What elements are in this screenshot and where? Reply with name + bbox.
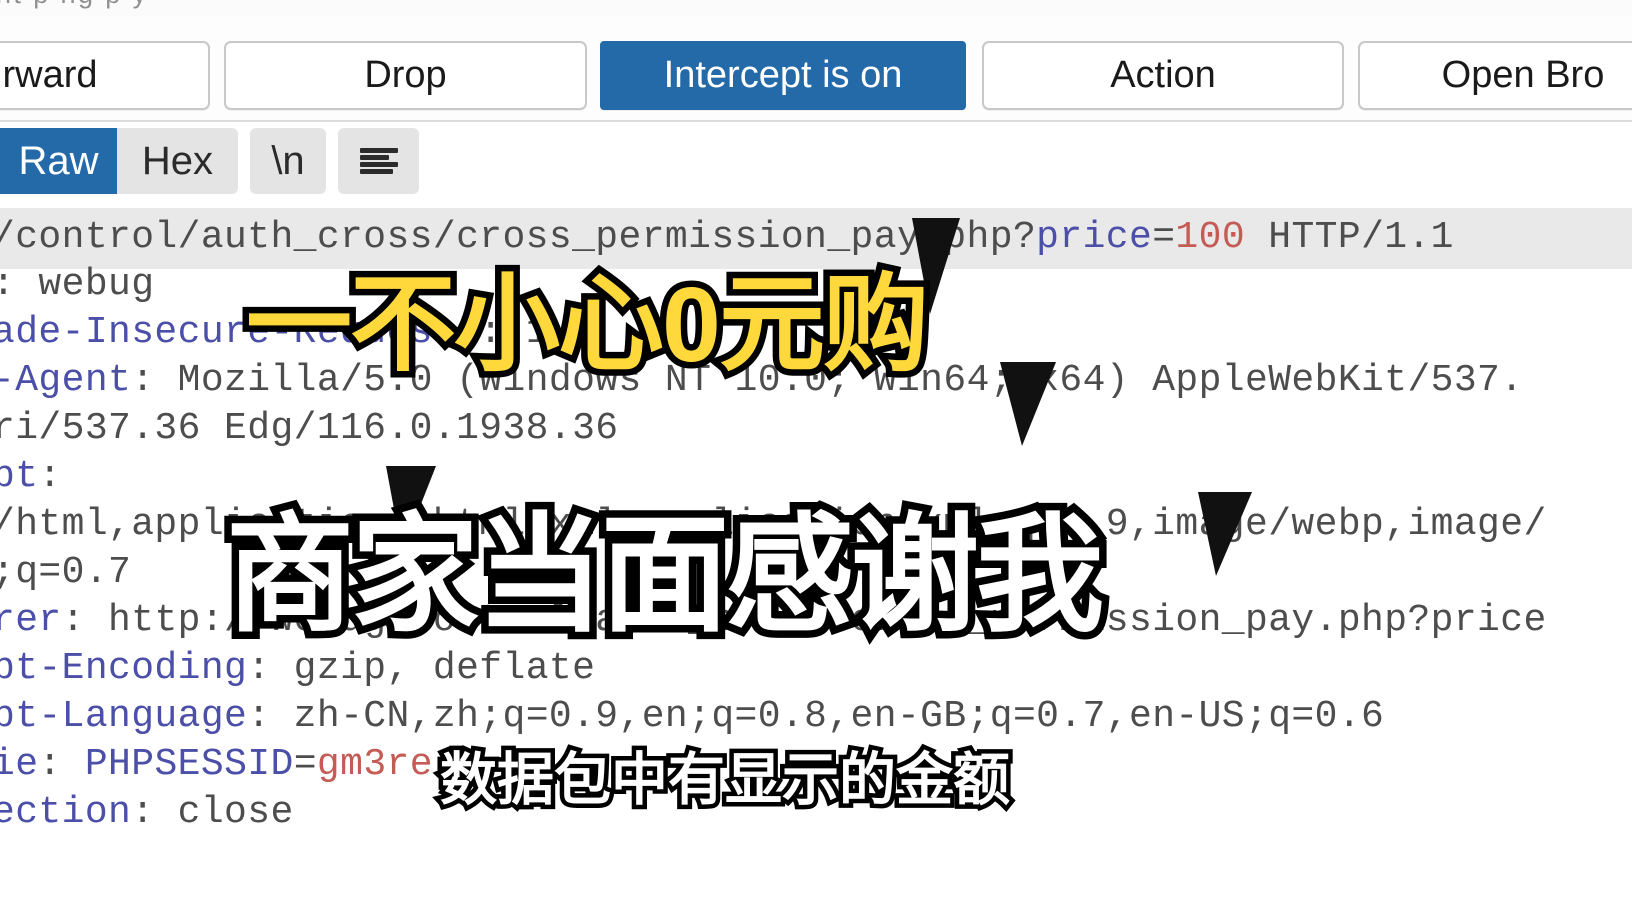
request-line-accept-language: pt-Language: zh-CN,zh;q=0.9,en;q=0.8,en-… — [0, 693, 1384, 741]
request-token: /control/auth_cross/cross_permission_pay… — [0, 216, 1037, 259]
intercept-toggle-button[interactable]: Intercept is on — [600, 41, 966, 110]
request-token: : webug — [0, 263, 155, 306]
request-token: ;q=0.7 — [0, 551, 132, 594]
request-token: : — [38, 743, 85, 786]
speech-tail-lower-left — [386, 466, 436, 552]
request-line-user-agent: -Agent: Mozilla/5.0 (Windows NT 10.0; Wi… — [0, 357, 1523, 405]
request-line-accept-wrap-2: ;q=0.7 — [0, 549, 131, 597]
request-token: rer — [0, 599, 62, 642]
clipped-titlebar-strip: nt p ng p y — [0, 0, 1632, 16]
request-line-referer: rer: http://webug/control/auth_cross/cro… — [0, 597, 1547, 645]
request-token: /html,application/xhtml+xml,application/… — [0, 503, 1547, 546]
request-token: : gzip, deflate — [247, 647, 596, 690]
request-token: : — [38, 455, 62, 498]
request-token: ade-Insecure-Requests — [0, 311, 480, 354]
hamburger-icon — [359, 148, 398, 174]
request-token: pt-Language — [0, 695, 248, 738]
raw-request-editor[interactable]: /control/auth_cross/cross_permission_pay… — [0, 197, 1632, 917]
burp-proxy-intercept-window: nt p ng p y rward Drop Intercept is on A… — [0, 0, 1632, 917]
tab-raw[interactable]: Raw — [0, 128, 117, 194]
request-line-accept-wrap-1: /html,application/xhtml+xml,application/… — [0, 501, 1547, 549]
request-token: price — [1036, 216, 1153, 259]
drop-button[interactable]: Drop — [224, 41, 587, 110]
request-line-user-agent-wrap: ri/537.36 Edg/116.0.1938.36 — [0, 405, 619, 453]
request-line-upgrade-insecure-requests: ade-Insecure-Requests: 1 — [0, 309, 549, 357]
intercept-toolbar: rward Drop Intercept is on Action Open B… — [0, 16, 1632, 122]
request-line-host: : webug — [0, 261, 154, 309]
tab-newline[interactable]: \n — [250, 128, 326, 194]
message-view-tabbar: Raw Hex \n — [0, 128, 1632, 194]
request-token: pt — [0, 455, 39, 498]
request-line-request-line: /control/auth_cross/cross_permission_pay… — [0, 208, 1632, 269]
view-options-button[interactable] — [338, 128, 419, 194]
clipped-titlebar-text: nt p ng p y — [0, 0, 149, 10]
request-token: gm3re — [316, 743, 433, 786]
request-line-cookie: ie: PHPSESSID=gm3re — [0, 741, 433, 789]
request-token: HTTP/1.1 — [1245, 216, 1454, 259]
request-token: -Agent — [0, 359, 132, 402]
request-token: ri/537.36 Edg/116.0.1938.36 — [0, 407, 619, 450]
request-line-accept-encoding: pt-Encoding: gzip, deflate — [0, 645, 595, 693]
request-token: : Mozilla/5.0 (Windows NT 10.0; Win64; x… — [131, 359, 1524, 402]
request-token: 100 — [1175, 216, 1246, 259]
request-line-accept: pt: — [0, 453, 62, 501]
request-token: = — [1152, 216, 1176, 259]
speech-tail-upper-right — [1000, 362, 1056, 446]
request-token: = — [293, 743, 317, 786]
request-token: : http://webug/control/auth_cross/cross_… — [61, 599, 1547, 642]
action-button[interactable]: Action — [982, 41, 1344, 110]
open-browser-button[interactable]: Open Bro — [1358, 41, 1632, 110]
speech-tail-lower-right — [1198, 492, 1252, 576]
request-token: : close — [131, 791, 294, 834]
request-token: : zh-CN,zh;q=0.9,en;q=0.8,en-GB;q=0.7,en… — [247, 695, 1385, 738]
request-token: pt-Encoding — [0, 647, 248, 690]
speech-tail-upper-left — [912, 218, 960, 314]
request-token: ie — [0, 743, 39, 786]
request-token: : 1 — [479, 311, 549, 354]
tab-hex[interactable]: Hex — [117, 128, 238, 194]
request-token: ection — [0, 791, 132, 834]
request-token: PHPSESSID — [84, 743, 294, 786]
request-line-connection: ection: close — [0, 789, 294, 837]
forward-button[interactable]: rward — [0, 41, 210, 110]
